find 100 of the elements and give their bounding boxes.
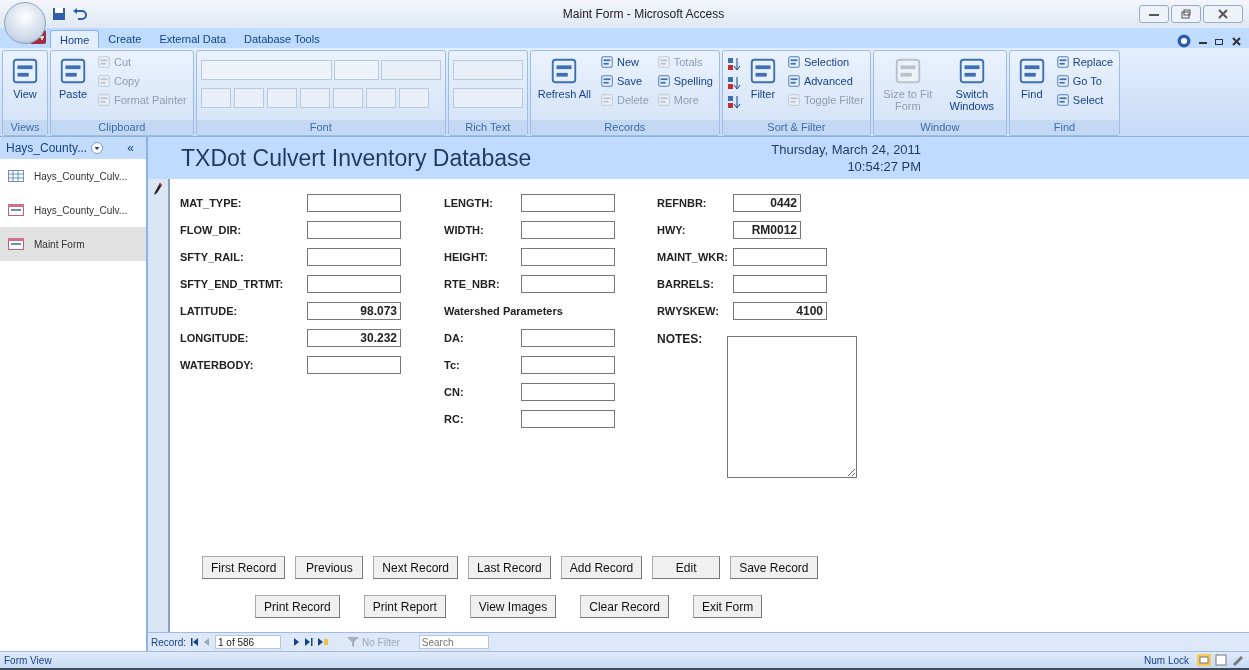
text-field[interactable]: RM0012 xyxy=(733,220,801,239)
form-button[interactable]: Previous xyxy=(295,556,364,579)
form-button[interactable]: Save Record xyxy=(730,556,818,579)
text-field[interactable] xyxy=(521,220,615,239)
ribbon-button[interactable]: Paste xyxy=(55,54,91,117)
undo-icon[interactable] xyxy=(72,7,88,21)
text-field[interactable] xyxy=(521,355,615,374)
notes-field[interactable] xyxy=(727,336,857,478)
text-field[interactable] xyxy=(307,220,401,239)
text-field[interactable] xyxy=(307,355,401,374)
field-label: SFTY_END_TRTMT: xyxy=(180,277,285,290)
ribbon-button[interactable]: Find xyxy=(1013,54,1050,117)
ribbon-button[interactable]: Select xyxy=(1053,92,1116,108)
form-button[interactable]: First Record xyxy=(202,556,286,579)
text-field[interactable]: 0442 xyxy=(733,193,801,212)
field-label: LATITUDE: xyxy=(180,304,239,317)
text-field[interactable] xyxy=(521,193,615,212)
text-field[interactable] xyxy=(733,247,827,266)
command-icon xyxy=(786,93,801,107)
close-icon[interactable] xyxy=(1232,36,1241,46)
text-field[interactable] xyxy=(521,247,615,266)
ribbon-button[interactable]: Switch Windows xyxy=(941,54,1002,117)
form-button[interactable]: View Images xyxy=(469,595,557,618)
field-label: LENGTH: xyxy=(444,196,494,209)
section-heading: Watershed Parameters xyxy=(444,304,563,317)
ribbon-tab[interactable]: Home xyxy=(50,30,100,48)
form-button[interactable]: Add Record xyxy=(560,556,643,579)
last-record-icon[interactable] xyxy=(305,638,313,646)
office-button[interactable] xyxy=(4,2,46,44)
nav-item[interactable]: Maint Form xyxy=(0,227,146,261)
ribbon-button[interactable]: Refresh All xyxy=(534,54,594,117)
ribbon-tab[interactable]: Database Tools xyxy=(235,30,329,48)
form-button[interactable]: Exit Form xyxy=(692,595,763,618)
new-record-icon[interactable] xyxy=(318,638,328,646)
sort-icon[interactable] xyxy=(726,94,741,110)
window-title: Maint Form - Microsoft Access xyxy=(562,7,725,21)
restore-button[interactable] xyxy=(1171,5,1201,23)
view-status: Form View xyxy=(4,654,52,666)
datasheet-view-icon[interactable] xyxy=(1214,654,1228,666)
form-view-icon[interactable] xyxy=(1197,654,1211,666)
form-icon xyxy=(8,238,24,250)
command-icon xyxy=(656,74,671,88)
ribbon-button[interactable]: Save xyxy=(597,73,651,89)
dropdown-icon[interactable] xyxy=(91,142,104,154)
text-field[interactable] xyxy=(307,274,401,293)
group-label: Font xyxy=(196,120,445,135)
ribbon-button[interactable]: Advanced xyxy=(784,73,866,89)
minimize-button[interactable] xyxy=(1139,5,1169,23)
ribbon-button[interactable]: New xyxy=(597,54,651,70)
command-icon xyxy=(1055,74,1070,88)
save-icon[interactable] xyxy=(52,7,66,21)
text-field[interactable] xyxy=(307,193,401,212)
text-field[interactable]: 30.232 xyxy=(307,328,401,347)
ribbon-button[interactable]: Go To xyxy=(1053,73,1116,89)
command-icon xyxy=(786,74,801,88)
text-field[interactable]: 4100 xyxy=(733,301,827,320)
record-position-field[interactable]: 1 of 586 xyxy=(215,635,281,649)
field-label: DA: xyxy=(444,331,465,344)
sort-icon[interactable] xyxy=(726,56,741,72)
text-field[interactable] xyxy=(521,274,615,293)
next-icon[interactable] xyxy=(294,638,300,646)
field-label: WATERBODY: xyxy=(180,358,255,371)
restore-icon xyxy=(1181,9,1191,19)
record-label: Record: xyxy=(151,636,186,648)
text-field[interactable] xyxy=(521,382,615,401)
form-button[interactable]: Clear Record xyxy=(580,595,669,618)
field-label: MAINT_WKR: xyxy=(657,250,729,263)
text-field[interactable] xyxy=(733,274,827,293)
ribbon-tab[interactable]: External Data xyxy=(150,30,236,48)
close-button[interactable] xyxy=(1203,5,1243,23)
form-button[interactable]: Last Record xyxy=(468,556,551,579)
restore-icon[interactable] xyxy=(1215,37,1224,45)
help-icon[interactable] xyxy=(1177,34,1191,48)
text-field[interactable] xyxy=(307,247,401,266)
sort-icon[interactable] xyxy=(726,75,741,91)
collapse-button[interactable]: « xyxy=(121,140,140,156)
form-button[interactable]: Print Report xyxy=(363,595,446,618)
ribbon-tab[interactable]: Create xyxy=(99,30,151,48)
form-button[interactable]: Print Record xyxy=(255,595,340,618)
field-label: WIDTH: xyxy=(444,223,485,236)
nav-pane-header[interactable]: Hays_County... xyxy=(6,141,88,155)
first-record-icon[interactable] xyxy=(191,638,199,646)
ribbon-button[interactable]: Spelling xyxy=(654,73,715,89)
ribbon-button[interactable]: Selection xyxy=(784,54,866,70)
form-button[interactable]: Edit xyxy=(652,556,721,579)
command-icon xyxy=(656,93,671,107)
ribbon-button[interactable]: View xyxy=(7,54,43,117)
text-field[interactable] xyxy=(521,409,615,428)
search-field[interactable]: Search xyxy=(418,635,489,649)
nav-item[interactable]: Hays_County_Culv... xyxy=(0,159,146,193)
nav-item[interactable]: Hays_County_Culv... xyxy=(0,193,146,227)
num-lock-status: Num Lock xyxy=(1144,654,1189,666)
ribbon-button[interactable]: Replace xyxy=(1053,54,1116,70)
ribbon-button[interactable]: Filter xyxy=(744,54,781,117)
minimize-icon xyxy=(1149,11,1159,17)
design-view-icon[interactable] xyxy=(1231,654,1245,666)
text-field[interactable] xyxy=(521,328,615,347)
form-button[interactable]: Next Record xyxy=(373,556,459,579)
time-text: 10:54:27 PM xyxy=(846,158,922,175)
text-field[interactable]: 98.073 xyxy=(307,301,401,320)
